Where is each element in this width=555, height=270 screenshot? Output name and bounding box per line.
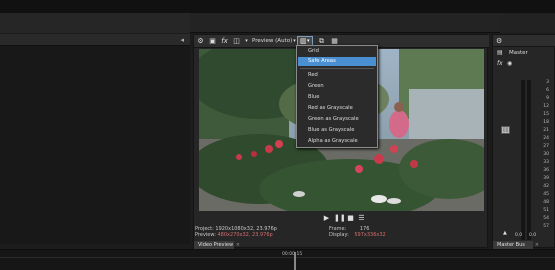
menu-item-safe-areas[interactable]: Safe Areas <box>298 57 376 66</box>
menu-item-label: Red <box>308 72 318 78</box>
scale-label: 45 <box>543 192 549 197</box>
scale-label: 54 <box>543 216 549 221</box>
expand-icon[interactable]: ◂ <box>180 36 184 44</box>
timecode-label: 00:00:15 <box>282 252 303 257</box>
scale-label: 6 <box>546 88 549 93</box>
toolbar-strip <box>0 13 555 33</box>
speaker-icon[interactable]: ▤ <box>497 49 503 56</box>
display-label: Display: <box>329 232 349 238</box>
panel-header: ◂ <box>0 34 190 46</box>
volume-fader[interactable]: ▯▯ <box>501 126 510 134</box>
menu-item-label: Blue <box>308 94 320 100</box>
scale-label: 9 <box>546 96 549 101</box>
menu-item-label: Grid <box>308 48 319 54</box>
pause-icon[interactable]: ❚❚ <box>334 214 346 223</box>
copy-icon[interactable]: ▣ <box>208 37 217 46</box>
scale-label: 57 <box>543 224 549 229</box>
menu-item-grid[interactable]: Grid <box>298 47 376 56</box>
scale-label: 21 <box>543 128 549 133</box>
chevron-down-icon[interactable]: ▾ <box>242 37 251 46</box>
master-bus-window: ⚙ ▤ Master fx ◉ 3 6 9 12 15 18 21 24 27 … <box>492 34 555 250</box>
scale-label: 3 <box>546 80 549 85</box>
tab-label: Video Preview <box>198 242 234 248</box>
master-bus-tab[interactable]: Master Bus × <box>493 241 539 249</box>
menu-item-green-grayscale[interactable]: Green as Grayscale <box>298 115 376 124</box>
arrow-up-icon[interactable]: ▲ <box>503 230 507 236</box>
menu-item-red-grayscale[interactable]: Red as Grayscale <box>298 104 376 113</box>
fx-icon[interactable]: fx <box>220 37 229 46</box>
playhead-marker[interactable] <box>294 252 296 270</box>
preview-info: Project: 1920x1080x32, 23.976p Preview: … <box>194 226 489 240</box>
scale-label: 42 <box>543 184 549 189</box>
display-value: 597x336x32 <box>354 232 386 238</box>
menu-item-label: Alpha as Grayscale <box>308 138 358 144</box>
gear-icon[interactable]: ⚙ <box>196 37 205 46</box>
right-volume-value: 0.0 <box>529 233 537 238</box>
preview-label: Preview: <box>195 232 216 238</box>
timeline: 00:00:15 <box>0 249 555 270</box>
scale-label: 24 <box>543 136 549 141</box>
menu-item-label: Red as Grayscale <box>308 105 353 111</box>
menu-item-alpha-grayscale[interactable]: Alpha as Grayscale <box>298 137 376 146</box>
menu-item-red[interactable]: Red <box>298 71 376 80</box>
stop-icon[interactable]: ■ <box>346 214 355 223</box>
menu-item-label: Blue as Grayscale <box>308 127 355 133</box>
timeline-explorer-panel: ◂ <box>0 34 190 244</box>
left-volume-value: 0.0 <box>515 233 523 238</box>
transport-controls: ▶ ❚❚ ■ ☰ <box>194 213 489 225</box>
menu-item-blue-grayscale[interactable]: Blue as Grayscale <box>298 126 376 135</box>
scale-label: 33 <box>543 160 549 165</box>
timeline-ruler[interactable] <box>0 252 555 258</box>
menu-icon[interactable]: ☰ <box>357 214 366 223</box>
right-toolbar <box>500 13 555 33</box>
level-meter-left <box>521 80 525 240</box>
menu-item-green[interactable]: Green <box>298 82 376 91</box>
preview-value: 480x270x32, 23.976p <box>217 232 273 238</box>
gear-icon[interactable]: ⚙ <box>496 37 502 45</box>
master-title: Master <box>509 50 528 56</box>
title-bar <box>0 0 555 13</box>
close-icon[interactable]: × <box>535 241 539 249</box>
overlay-menu: Grid Safe Areas Red Green Blue Red as Gr… <box>296 45 378 148</box>
menu-item-label: Green as Grayscale <box>308 116 359 122</box>
scale-label: 48 <box>543 200 549 205</box>
scale-label: 30 <box>543 152 549 157</box>
scale-label: 36 <box>543 168 549 173</box>
menu-item-label: Safe Areas <box>308 58 336 64</box>
left-toolbar <box>0 13 190 33</box>
preview-quality-dropdown[interactable]: Preview (Auto) <box>252 37 292 46</box>
menu-separator <box>300 68 374 69</box>
scale-label: 39 <box>543 176 549 181</box>
video-preview-tab[interactable]: Video Preview × <box>194 241 240 249</box>
scale-label: 15 <box>543 112 549 117</box>
split-screen-icon[interactable]: ◫ <box>232 37 241 46</box>
menu-item-label: Green <box>308 83 324 89</box>
settings-icon[interactable]: ◉ <box>507 60 512 67</box>
meter-scale: 3 6 9 12 15 18 21 24 27 30 33 36 39 42 4… <box>531 80 549 250</box>
scale-label: 27 <box>543 144 549 149</box>
tab-label: Master Bus <box>497 242 525 248</box>
fx-icon[interactable]: fx <box>497 60 503 67</box>
scale-label: 51 <box>543 208 549 213</box>
play-icon[interactable]: ▶ <box>322 214 331 223</box>
scale-label: 18 <box>543 120 549 125</box>
master-toolbar: ⚙ <box>493 35 555 47</box>
scale-label: 12 <box>543 104 549 109</box>
menu-item-blue[interactable]: Blue <box>298 93 376 102</box>
close-icon[interactable]: × <box>236 241 240 249</box>
